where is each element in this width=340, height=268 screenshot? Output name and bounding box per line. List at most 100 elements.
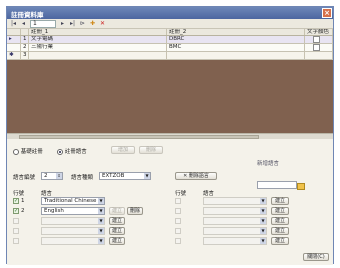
- column-header-3[interactable]: 文字顏色: [305, 29, 333, 35]
- column-header-1[interactable]: 註冊_1: [29, 29, 167, 35]
- last-record-icon[interactable]: ▸|: [69, 20, 76, 27]
- table-row-new[interactable]: ✱ 3: [7, 52, 333, 60]
- chevron-down-icon[interactable]: ▼: [260, 218, 266, 224]
- row1-lang-select[interactable]: Traditional Chinese ▼: [41, 197, 105, 205]
- radio-basic[interactable]: 基礎註冊: [13, 147, 43, 155]
- cell-col2[interactable]: BMC: [167, 44, 305, 51]
- add-record-icon[interactable]: ✚: [89, 20, 96, 27]
- color-checkbox[interactable]: [313, 36, 320, 43]
- radio-registered-icon[interactable]: [57, 148, 63, 155]
- r-row3-lang-select[interactable]: ▼: [203, 217, 267, 225]
- radio-registered[interactable]: 註冊語言: [57, 147, 87, 155]
- lang-type-value: EXTZOB: [102, 173, 125, 179]
- row2-checkbox[interactable]: ✓: [13, 208, 19, 214]
- row-number: 1: [21, 36, 29, 43]
- row2-delete-button[interactable]: 刪除: [127, 207, 143, 215]
- radio-registered-label: 註冊語言: [64, 149, 87, 155]
- r-row1-lang-select[interactable]: ▼: [203, 197, 267, 205]
- cell-col3[interactable]: [305, 36, 333, 43]
- cell-col1[interactable]: [29, 52, 167, 59]
- r-row4-checkbox[interactable]: [175, 228, 181, 234]
- row4-lang-select[interactable]: ▼: [41, 227, 105, 235]
- row1-number: 1: [21, 198, 25, 204]
- cell-col1[interactable]: 文字電碼: [29, 36, 167, 43]
- chevron-down-icon[interactable]: ▼: [98, 208, 104, 214]
- row1-checkbox[interactable]: ✓: [13, 198, 19, 204]
- cell-col2[interactable]: DBRC: [167, 36, 305, 43]
- row4-checkbox[interactable]: [13, 228, 19, 234]
- r-row1-set-button[interactable]: 建立: [271, 197, 289, 205]
- row2-lang-select[interactable]: English ▼: [41, 207, 105, 215]
- col-row-header: 行號: [13, 191, 25, 197]
- cell-col3[interactable]: [305, 52, 333, 59]
- cell-col3[interactable]: [305, 44, 333, 51]
- col-row-header-2: 行號: [175, 191, 187, 197]
- r-row2-checkbox[interactable]: [175, 208, 181, 214]
- lang-count-field[interactable]: 2 ⇕: [41, 172, 63, 180]
- radio-basic-icon[interactable]: [13, 148, 19, 155]
- delete-button[interactable]: 刪除: [139, 146, 163, 154]
- new-row-icon[interactable]: ✱: [7, 52, 21, 59]
- r-row2-lang-select[interactable]: ▼: [203, 207, 267, 215]
- lang-count-value: 2: [44, 173, 48, 179]
- table-row[interactable]: ▸ 1 文字電碼 DBRC: [7, 36, 333, 44]
- window-title: 註冊資料庫: [11, 11, 44, 19]
- row-header-corner: [7, 29, 21, 35]
- row5-set-button[interactable]: 建立: [109, 237, 125, 245]
- row5-lang-select[interactable]: ▼: [41, 237, 105, 245]
- settings-panel: 基礎註冊 註冊語言 增加 刪除 語言編號 2 ⇕ 語言種類 EXTZOB ▼ ✕…: [7, 139, 333, 265]
- grid-header: 註冊_1 註冊_2 文字顏色: [7, 29, 333, 36]
- close-icon[interactable]: ×: [322, 8, 332, 18]
- row5-checkbox[interactable]: [13, 238, 19, 244]
- r-row4-set-button[interactable]: 建立: [271, 227, 289, 235]
- chevron-down-icon[interactable]: ▼: [98, 238, 104, 244]
- row3-lang-select[interactable]: ▼: [41, 217, 105, 225]
- r-row5-set-button[interactable]: 建立: [271, 237, 289, 245]
- chevron-down-icon[interactable]: ▼: [260, 238, 266, 244]
- window-titlebar: 註冊資料庫 ×: [7, 7, 333, 19]
- record-number-field[interactable]: 1: [30, 19, 56, 28]
- row1-lang-value: Traditional Chinese: [44, 198, 97, 204]
- row-selector[interactable]: [7, 44, 21, 51]
- chevron-down-icon[interactable]: ▼: [144, 173, 150, 179]
- first-record-icon[interactable]: |◂: [10, 20, 17, 27]
- row3-checkbox[interactable]: [13, 218, 19, 224]
- chevron-down-icon[interactable]: ▼: [260, 228, 266, 234]
- lang-count-label: 語言編號: [13, 175, 36, 181]
- r-row2-set-button[interactable]: 建立: [271, 207, 289, 215]
- r-row5-lang-select[interactable]: ▼: [203, 237, 267, 245]
- r-row5-checkbox[interactable]: [175, 238, 181, 244]
- delete-record-icon[interactable]: ✕: [99, 20, 106, 27]
- bookmark-icon[interactable]: ⊳: [79, 20, 86, 27]
- chevron-down-icon[interactable]: ▼: [260, 198, 266, 204]
- chevron-down-icon[interactable]: ▼: [98, 198, 104, 204]
- r-row1-checkbox[interactable]: [175, 198, 181, 204]
- radio-basic-label: 基礎註冊: [20, 149, 43, 155]
- r-row3-set-button[interactable]: 建立: [271, 217, 289, 225]
- cell-col1[interactable]: 三陽行業: [29, 44, 167, 51]
- record-navigator: |◂ ◂ 1 ▸ ▸| ⊳ ✚ ✕: [7, 19, 333, 29]
- close-button[interactable]: 關閉(C): [303, 253, 329, 261]
- color-checkbox[interactable]: [313, 44, 320, 51]
- row-selector-icon[interactable]: ▸: [7, 36, 21, 43]
- cell-col2[interactable]: [167, 52, 305, 59]
- folder-icon[interactable]: [297, 183, 305, 190]
- spinner-icon[interactable]: ⇕: [56, 173, 62, 179]
- delete-lang-button[interactable]: ✕ 刪除語言: [175, 172, 217, 180]
- chevron-down-icon[interactable]: ▼: [98, 218, 104, 224]
- next-record-icon[interactable]: ▸: [59, 20, 66, 27]
- row3-set-button[interactable]: 建立: [109, 217, 125, 225]
- row4-set-button[interactable]: 建立: [109, 227, 125, 235]
- new-lang-field[interactable]: [257, 181, 297, 189]
- r-row4-lang-select[interactable]: ▼: [203, 227, 267, 235]
- add-button[interactable]: 增加: [111, 146, 135, 154]
- row2-set-button[interactable]: 建立: [109, 207, 125, 215]
- column-header-2[interactable]: 註冊_2: [167, 29, 305, 35]
- table-row[interactable]: 2 三陽行業 BMC: [7, 44, 333, 52]
- rownum-header: [21, 29, 29, 35]
- chevron-down-icon[interactable]: ▼: [98, 228, 104, 234]
- prev-record-icon[interactable]: ◂: [20, 20, 27, 27]
- r-row3-checkbox[interactable]: [175, 218, 181, 224]
- lang-type-select[interactable]: EXTZOB ▼: [99, 172, 151, 180]
- chevron-down-icon[interactable]: ▼: [260, 208, 266, 214]
